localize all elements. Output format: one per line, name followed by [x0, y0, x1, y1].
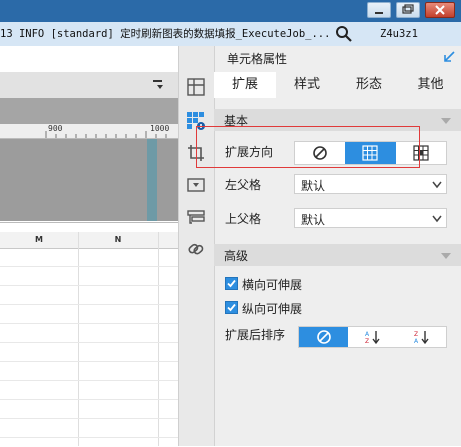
advanced-section-header[interactable]: 高级: [214, 244, 461, 266]
log-bar: 13 INFO [standard] 定时刷新图表的数据填报_ExecuteJo…: [0, 22, 461, 47]
grid-line: [78, 232, 79, 446]
sort-descending-icon: ZA: [414, 331, 429, 345]
section-title: 高级: [224, 249, 249, 263]
tab-expand[interactable]: 扩展: [214, 72, 276, 98]
left-parent-value: 默认: [301, 179, 326, 193]
panel-title: 单元格属性: [227, 52, 288, 66]
top-parent-label: 上父格: [225, 212, 262, 226]
svg-text:Z: Z: [365, 338, 369, 345]
window-titlebar: [0, 0, 461, 22]
chevron-down-icon: [441, 118, 451, 124]
sort-ascending-icon: AZ: [365, 331, 380, 345]
hyperlink-icon[interactable]: [185, 238, 207, 260]
column-label[interactable]: N: [78, 232, 158, 248]
spreadsheet-grid[interactable]: [0, 222, 178, 447]
vertical-stretch-label: 纵向可伸展: [242, 302, 303, 316]
column-label[interactable]: M: [0, 232, 78, 248]
minimize-button[interactable]: [367, 2, 391, 18]
chevron-down-icon: [432, 215, 442, 223]
panel-tabs: 扩展 样式 形态 其他: [214, 72, 461, 98]
grid-line: [0, 323, 178, 324]
horizontal-stretch-checkbox[interactable]: [225, 277, 238, 290]
cell-element-icon[interactable]: [185, 76, 207, 98]
grid-line: [158, 232, 159, 446]
grid-line: [0, 399, 178, 400]
top-parent-value: 默认: [301, 213, 326, 227]
sort-descending-option[interactable]: ZA: [398, 327, 446, 347]
svg-text:A: A: [365, 331, 370, 338]
condition-attribute-icon[interactable]: [185, 206, 207, 228]
side-icon-strip: [178, 46, 215, 446]
grid-line: [0, 418, 178, 419]
horizontal-stretch-label: 横向可伸展: [242, 278, 303, 292]
grid-line: [0, 437, 178, 438]
chevron-down-icon: [441, 253, 451, 259]
sort-after-expand-label: 扩展后排序: [225, 328, 286, 342]
sort-ascending-option[interactable]: AZ: [348, 327, 397, 347]
left-parent-label: 左父格: [225, 178, 262, 192]
search-icon[interactable]: [335, 25, 353, 43]
toolbar-menu-icon[interactable]: [152, 78, 166, 92]
no-sort-option[interactable]: [299, 327, 349, 347]
tab-other[interactable]: 其他: [400, 72, 461, 98]
top-parent-select[interactable]: 默认: [294, 208, 447, 228]
grid-line: [0, 380, 178, 381]
design-toolbar: [0, 72, 178, 99]
horizontal-ruler: 900 1000: [0, 124, 178, 139]
close-button[interactable]: [425, 2, 455, 18]
tab-form[interactable]: 形态: [338, 72, 400, 98]
sort-selector: AZ ZA: [298, 326, 447, 348]
grid-line: [0, 304, 178, 305]
log-message: 13 INFO [standard] 定时刷新图表的数据填报_ExecuteJo…: [0, 28, 331, 40]
vertical-stretch-checkbox[interactable]: [225, 301, 238, 314]
grid-line: [0, 285, 178, 286]
grid-line: [0, 361, 178, 362]
left-header: [0, 46, 178, 73]
svg-text:A: A: [414, 338, 419, 345]
no-sort-icon: [316, 330, 331, 344]
column-header: M N: [0, 232, 178, 249]
tab-style[interactable]: 样式: [276, 72, 338, 98]
left-parent-select[interactable]: 默认: [294, 174, 447, 194]
restore-button[interactable]: [396, 2, 420, 18]
dropdown-widget-icon[interactable]: [185, 174, 207, 196]
chevron-down-icon: [432, 181, 442, 189]
collapse-panel-icon[interactable]: [442, 50, 456, 64]
grid-line: [0, 342, 178, 343]
highlight-annotation: [196, 126, 420, 168]
svg-text:Z: Z: [414, 331, 418, 338]
log-id: Z4u3z1: [380, 28, 418, 40]
grid-line: [0, 266, 178, 267]
canvas-scrollbar[interactable]: [147, 139, 157, 221]
